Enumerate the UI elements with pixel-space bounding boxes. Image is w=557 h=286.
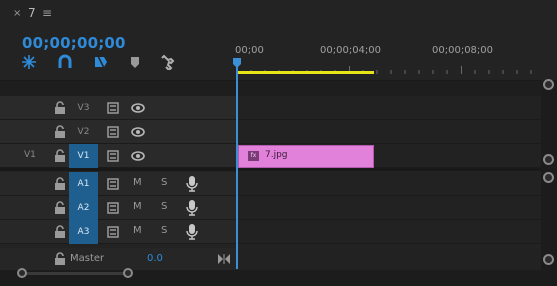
panel-tab-bar: × 7 ≡ (0, 0, 557, 28)
track-header: A3 M S (0, 220, 237, 244)
source-patch-v1[interactable]: V1 (24, 150, 36, 160)
sync-lock-icon[interactable] (107, 225, 121, 239)
lock-icon[interactable] (54, 177, 66, 191)
track-lane[interactable] (237, 220, 541, 244)
track-target-v2[interactable]: V2 (69, 120, 98, 144)
sync-lock-icon[interactable] (107, 201, 121, 215)
sync-lock-icon[interactable] (107, 177, 121, 191)
master-track-header: Master 0.0 (0, 248, 237, 270)
wrench-icon[interactable] (158, 53, 176, 71)
mute-button[interactable]: M (133, 201, 142, 212)
track-a1-row: A1 M S (0, 172, 541, 196)
track-lane[interactable] (237, 248, 541, 270)
timeline-panel: × 7 ≡ 00;00;00;00 00;00 00;00;04;00 00;0… (0, 0, 557, 286)
track-target-a1[interactable]: A1 (69, 172, 98, 196)
zoom-scroll-left-knob[interactable] (17, 268, 27, 278)
track-header: V3 (0, 96, 237, 120)
track-lane[interactable] (237, 120, 541, 144)
mute-button[interactable]: M (133, 225, 142, 236)
track-v3-row: V3 (0, 96, 541, 120)
lock-icon[interactable] (54, 125, 66, 139)
eye-icon[interactable] (130, 149, 146, 163)
track-header: V1 V1 (0, 144, 237, 168)
audio-scroll-knob-bottom[interactable] (543, 254, 554, 265)
ruler-label: 00;00 (235, 45, 264, 56)
track-target-a3[interactable]: A3 (69, 220, 98, 244)
microphone-icon[interactable] (186, 175, 198, 192)
lock-icon[interactable] (54, 225, 66, 239)
mute-button[interactable]: M (133, 177, 142, 188)
video-audio-divider[interactable] (0, 168, 541, 171)
solo-button[interactable]: S (161, 225, 167, 236)
playhead-line[interactable] (236, 64, 238, 269)
track-header: V2 (0, 120, 237, 144)
solo-button[interactable]: S (161, 177, 167, 188)
ruler-label: 00;00;08;00 (432, 45, 494, 56)
sync-lock-icon[interactable] (107, 101, 121, 115)
snap-icon[interactable] (20, 53, 38, 71)
track-lane[interactable] (237, 196, 541, 220)
track-header: A2 M S (0, 196, 237, 220)
microphone-icon[interactable] (186, 199, 198, 216)
add-marker-icon[interactable] (92, 53, 110, 71)
empty-track-space (0, 81, 541, 96)
track-header: A1 M S (0, 172, 237, 196)
lock-icon[interactable] (54, 149, 66, 163)
sync-lock-icon[interactable] (107, 125, 121, 139)
track-a2-row: A2 M S (0, 196, 541, 220)
track-target-v1[interactable]: V1 (69, 144, 98, 168)
track-target-a2[interactable]: A2 (69, 196, 98, 220)
playhead-timecode[interactable]: 00;00;00;00 (22, 34, 126, 52)
track-lane[interactable] (237, 172, 541, 196)
sync-lock-icon[interactable] (107, 149, 121, 163)
work-area-bar[interactable] (237, 71, 374, 74)
sequence-tab[interactable]: 7 (28, 6, 36, 20)
eye-icon[interactable] (130, 101, 146, 115)
zoom-scroll-right-knob[interactable] (123, 268, 133, 278)
lock-icon[interactable] (54, 101, 66, 115)
video-scroll-knob-bottom[interactable] (543, 154, 554, 165)
master-label: Master (70, 253, 105, 264)
lock-icon[interactable] (54, 252, 66, 266)
linked-selection-icon[interactable] (56, 53, 74, 71)
close-tab-button[interactable]: × (13, 8, 21, 19)
playhead-handle-icon[interactable] (233, 58, 241, 68)
track-lane[interactable] (237, 96, 541, 120)
master-track: Master 0.0 (0, 248, 541, 270)
video-scroll-knob[interactable] (543, 79, 554, 90)
panel-menu-icon[interactable]: ≡ (42, 6, 52, 20)
go-to-in-out-icon[interactable] (217, 253, 231, 265)
track-v2-row: V2 (0, 120, 541, 144)
zoom-scroll-bar[interactable] (22, 272, 127, 275)
master-volume[interactable]: 0.0 (147, 253, 163, 264)
track-target-v3[interactable]: V3 (69, 96, 98, 120)
solo-button[interactable]: S (161, 201, 167, 212)
microphone-icon[interactable] (186, 223, 198, 240)
track-a3-row: A3 M S (0, 220, 541, 244)
audio-scroll-knob[interactable] (543, 172, 554, 183)
time-ruler[interactable]: 00;00 00;00;04;00 00;00;08;00 (235, 36, 541, 80)
marker-icon[interactable] (126, 53, 144, 71)
ruler-label: 00;00;04;00 (320, 45, 382, 56)
clip-name: 7.jpg (265, 150, 288, 160)
lock-icon[interactable] (54, 201, 66, 215)
video-clip[interactable]: fx 7.jpg (238, 145, 374, 168)
eye-icon[interactable] (130, 125, 146, 139)
fx-badge: fx (248, 151, 259, 161)
